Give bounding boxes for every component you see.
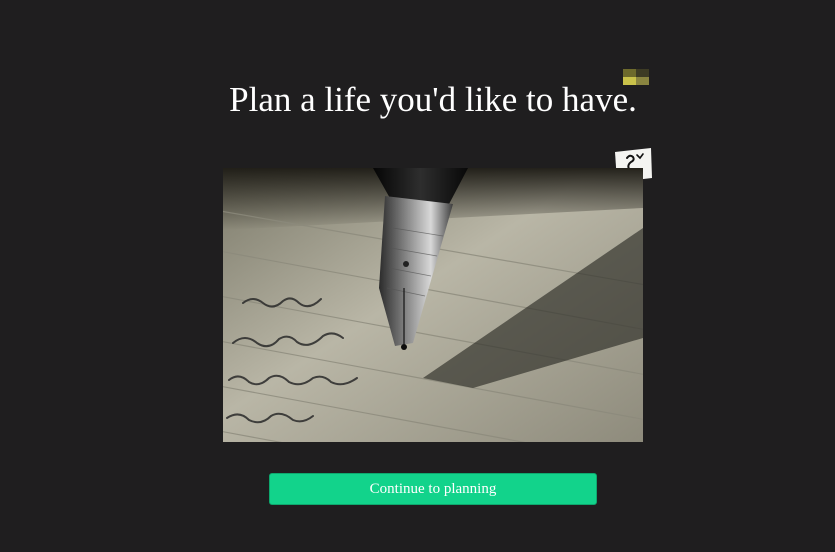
page-title: Plan a life you'd like to have. [229,80,637,119]
continue-to-planning-button[interactable]: Continue to planning [269,473,597,505]
yellow-pixel-badge-icon [623,69,649,85]
fountain-pen-hero-image [223,168,643,442]
page: { "headline": "Plan a life you'd like to… [0,0,835,552]
